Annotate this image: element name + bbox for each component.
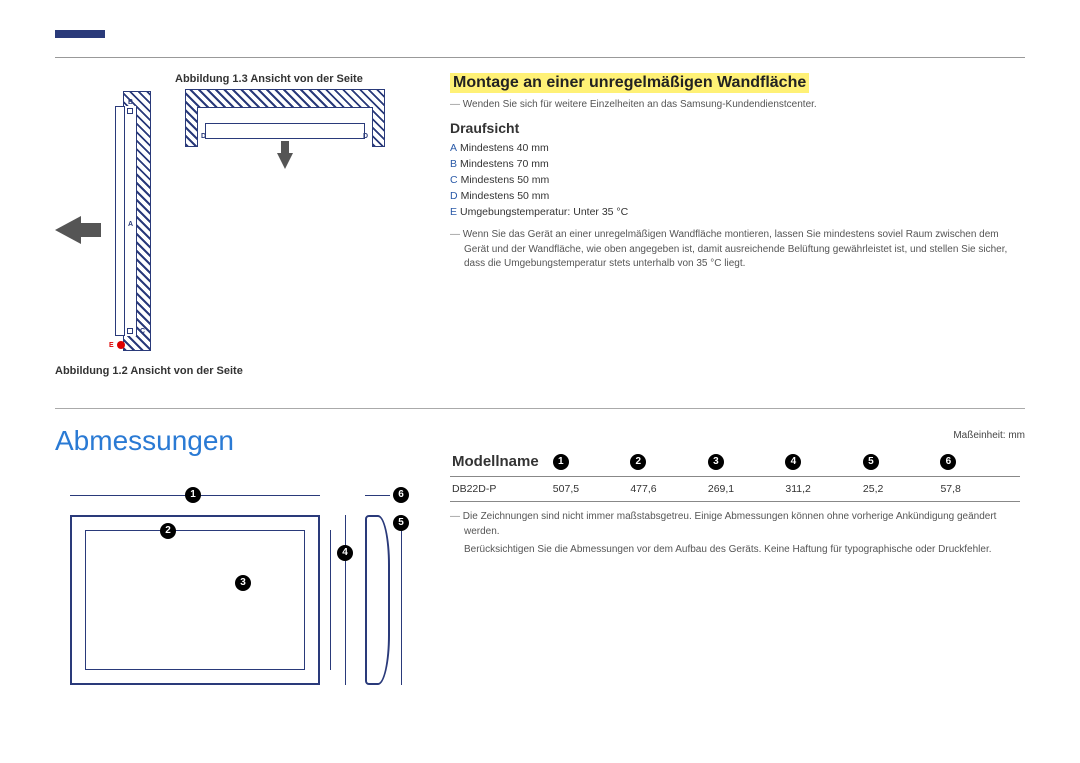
- header-modelname: Modellname: [452, 453, 553, 470]
- bracket-top: [127, 108, 133, 114]
- mounting-title: Montage an einer unregelmäßigen Wandfläc…: [450, 73, 809, 93]
- header-marker-4: 4: [785, 454, 801, 470]
- header-accent-bar: [55, 30, 105, 38]
- dim-line-6: [365, 495, 390, 496]
- header-rule: [55, 57, 1025, 58]
- spec-key-d: D: [450, 190, 458, 202]
- table-note-2: Berücksichtigen Sie die Abmessungen vor …: [450, 543, 1020, 558]
- cell-v5: 25,2: [863, 483, 941, 495]
- spec-c: CMindestens 50 mm: [450, 174, 1020, 186]
- label-c: C: [140, 328, 145, 335]
- cell-v4: 311,2: [785, 483, 863, 495]
- header-marker-5: 5: [863, 454, 879, 470]
- device-side-view: [115, 106, 125, 336]
- cell-v6: 57,8: [940, 483, 1018, 495]
- left-column: Abbildung 1.3 Ansicht von der Seite D D …: [55, 73, 395, 378]
- header-col-3: 3: [708, 454, 786, 470]
- device-screen-outline: [85, 530, 305, 670]
- header-col-1: 1: [553, 454, 631, 470]
- header-marker-2: 2: [630, 454, 646, 470]
- dimensions-diagram: 1 2 3 4 5 6: [55, 475, 395, 705]
- figure-1-2-caption-text: Abbildung 1.2 Ansicht von der Seite: [55, 365, 243, 377]
- figure-1-2-caption: Abbildung 1.2 Ansicht von der Seite: [55, 364, 395, 378]
- spec-key-b: B: [450, 158, 457, 170]
- header-col-5: 5: [863, 454, 941, 470]
- device-side-outline: [365, 515, 390, 685]
- unit-label: Maßeinheit: mm: [953, 430, 1025, 441]
- spec-a: AMindestens 40 mm: [450, 142, 1020, 154]
- right-column: Montage an einer unregelmäßigen Wandfläc…: [450, 73, 1020, 272]
- header-marker-6: 6: [940, 454, 956, 470]
- header-col-4: 4: [785, 454, 863, 470]
- header-col-2: 2: [630, 454, 708, 470]
- dim-line-5: [401, 515, 402, 685]
- dim-line-4: [345, 515, 346, 685]
- header-marker-3: 3: [708, 454, 724, 470]
- dimensions-title: Abmessungen: [55, 425, 234, 457]
- marker-4: 4: [337, 545, 353, 561]
- temperature-indicator-icon: [117, 341, 125, 349]
- cell-v2: 477,6: [630, 483, 708, 495]
- label-a: A: [128, 221, 133, 228]
- spec-e: EUmgebungstemperatur: Unter 35 °C: [450, 206, 1020, 218]
- mounting-paragraph: Wenn Sie das Gerät an einer unregelmäßig…: [450, 228, 1020, 272]
- spec-d: DMindestens 50 mm: [450, 190, 1020, 202]
- spec-text-e: Umgebungstemperatur: Unter 35 °C: [460, 206, 628, 218]
- section-divider: [55, 408, 1025, 409]
- marker-1: 1: [185, 487, 201, 503]
- arrow-left-icon: [55, 216, 81, 244]
- spec-text-b: Mindestens 70 mm: [460, 158, 549, 170]
- marker-6: 6: [393, 487, 409, 503]
- header-col-6: 6: [940, 454, 1018, 470]
- spec-b: BMindestens 70 mm: [450, 158, 1020, 170]
- dim-line-3: [330, 530, 331, 670]
- spec-key-e: E: [450, 206, 457, 218]
- spec-key-c: C: [450, 174, 458, 186]
- dimensions-table: Modellname 1 2 3 4 5 6 DB22D-P 507,5 477…: [450, 447, 1020, 558]
- header-marker-1: 1: [553, 454, 569, 470]
- cell-model: DB22D-P: [452, 483, 553, 495]
- draufsicht-heading: Draufsicht: [450, 120, 1020, 136]
- label-e: E: [109, 342, 114, 349]
- label-b: B: [128, 99, 133, 106]
- cell-v3: 269,1: [708, 483, 786, 495]
- figure-1-3-caption: Abbildung 1.3 Ansicht von der Seite: [175, 73, 395, 85]
- marker-2: 2: [160, 523, 176, 539]
- clearance-spec-list: AMindestens 40 mm BMindestens 70 mm CMin…: [450, 142, 1020, 218]
- figure-1-2-diagram: B A C E: [105, 91, 155, 356]
- table-header-row: Modellname 1 2 3 4 5 6: [450, 447, 1020, 477]
- table-row: DB22D-P 507,5 477,6 269,1 311,2 25,2 57,…: [450, 477, 1020, 502]
- table-note-1: Die Zeichnungen sind nicht immer maßstab…: [450, 510, 1020, 539]
- cell-v1: 507,5: [553, 483, 631, 495]
- marker-3: 3: [235, 575, 251, 591]
- contact-note: Wenden Sie sich für weitere Einzelheiten…: [450, 99, 1020, 110]
- spec-text-c: Mindestens 50 mm: [461, 174, 550, 186]
- marker-5: 5: [393, 515, 409, 531]
- spec-key-a: A: [450, 142, 457, 154]
- spec-text-a: Mindestens 40 mm: [460, 142, 549, 154]
- spec-text-d: Mindestens 50 mm: [461, 190, 550, 202]
- bracket-bottom: [127, 328, 133, 334]
